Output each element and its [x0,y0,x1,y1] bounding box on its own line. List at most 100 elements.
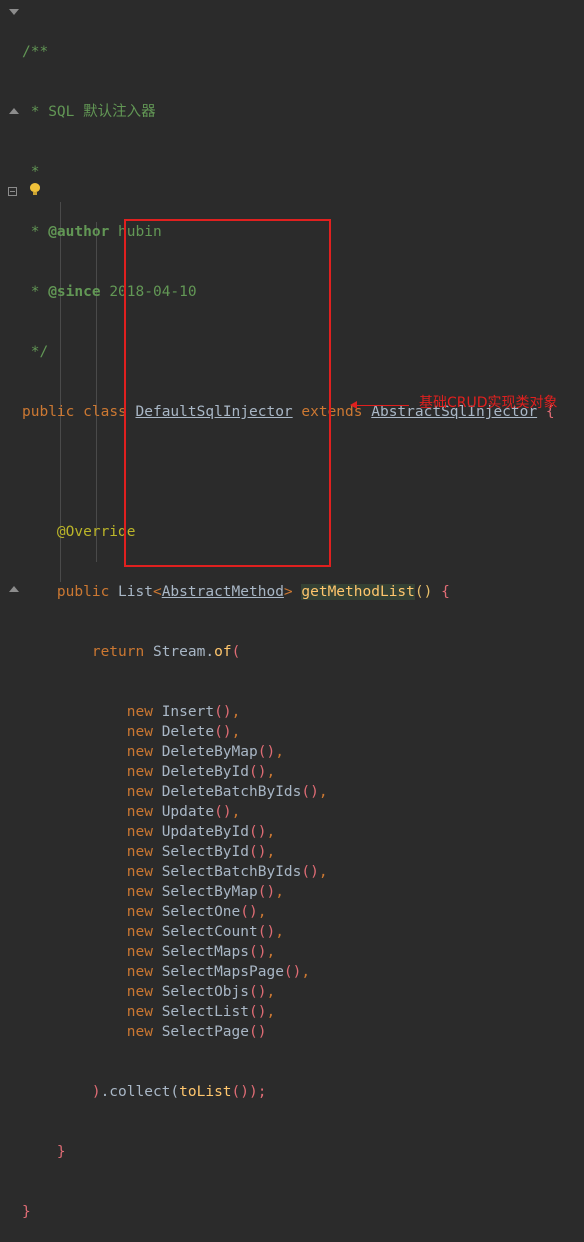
code-line: return Stream.of( [91,644,241,660]
separator: , [266,984,276,1000]
code-line: new Update(), [126,804,241,820]
keyword: new [126,864,153,880]
return-type: List [118,584,153,600]
method-class-name[interactable]: Delete [162,724,214,740]
code-line: new SelectPage() [126,1024,267,1040]
highlight-box [124,219,331,567]
method-class-name[interactable]: SelectMaps [162,944,249,960]
arrow-line [354,405,409,406]
code-line: new SelectList(), [126,1004,276,1020]
method-class-name[interactable]: DeleteBatchByIds [162,784,302,800]
code-line: ).collect(toList()); [91,1084,267,1100]
keyword: new [126,964,153,980]
fold-minus-icon[interactable] [8,187,17,196]
separator: , [275,924,284,940]
keyword: return [91,644,145,660]
keyword: new [126,944,153,960]
code-line: new SelectById(), [126,844,276,860]
method-call: of [214,644,232,660]
separator: , [231,704,241,720]
keyword: new [126,724,153,740]
method-class-name[interactable]: Update [162,804,214,820]
doc-comment: * SQL 默认注入器 [22,104,156,120]
keyword: new [126,704,153,720]
code-line: new DeleteByMap(), [126,744,284,760]
code-line: new SelectBatchByIds(), [126,864,328,880]
code-line: new SelectMaps(), [126,944,276,960]
code-line: new SelectCount(), [126,924,284,940]
method-class-name[interactable]: UpdateById [162,824,249,840]
fold-expand-icon[interactable] [9,586,19,592]
keyword: public [22,404,75,420]
code-line: } [22,1142,555,1162]
brace: } [56,1144,66,1160]
keyword: new [126,1004,153,1020]
keyword: new [126,924,153,940]
code-line: new SelectByMap(), [126,884,284,900]
keyword: new [126,804,153,820]
code-line: new SelectObjs(), [126,984,276,1000]
method-class-name[interactable]: SelectByMap [162,884,258,900]
stream-class: Stream [152,644,206,660]
code-line: public List<AbstractMethod> getMethodLis… [56,584,450,600]
collect-call: .collect( [100,1084,180,1100]
fold-collapse-icon[interactable] [9,9,19,15]
doc-comment: * [22,164,40,180]
code-line: } [22,1202,555,1222]
keyword: new [126,884,153,900]
doc-tag: @author [48,224,110,240]
doc-tag: @since [48,284,101,300]
method-name[interactable]: getMethodList [301,584,415,600]
brace: } [22,1204,31,1220]
code-editor[interactable]: /** * SQL 默认注入器 * * @author hubin * @sin… [22,2,555,1242]
code-line: * [22,162,555,182]
separator: , [318,864,328,880]
keyword: new [126,784,153,800]
method-class-name[interactable]: DeleteByMap [162,744,258,760]
separator: , [231,724,241,740]
code-line: new DeleteBatchByIds(), [126,784,328,800]
code-line: new Delete(), [126,724,241,740]
method-call: toList [179,1084,232,1100]
keyword: new [126,744,153,760]
code-line: new SelectMapsPage(), [126,964,311,980]
separator: , [257,904,267,920]
editor-gutter [0,0,20,641]
keyword: new [126,824,153,840]
method-class-name[interactable]: SelectMapsPage [162,964,284,980]
keyword: public [56,584,110,600]
doc-comment: /** [22,44,49,60]
method-class-name[interactable]: SelectOne [162,904,241,920]
method-class-name[interactable]: SelectPage [162,1024,249,1040]
doc-comment: */ [22,344,49,360]
keyword: new [126,984,153,1000]
separator: , [301,964,311,980]
code-line: new UpdateById(), [126,824,276,840]
separator: , [231,804,241,820]
separator: , [318,784,328,800]
method-class-name[interactable]: SelectObjs [162,984,249,1000]
keyword: new [126,1024,153,1040]
separator: , [275,744,284,760]
method-class-name[interactable]: Insert [162,704,214,720]
arrow-left-icon [350,401,357,409]
code-line: new SelectOne(), [126,904,267,920]
code-line: new DeleteById(), [126,764,276,780]
keyword: new [126,904,153,920]
separator: , [266,1004,276,1020]
method-class-name[interactable]: SelectBatchByIds [162,864,302,880]
separator: , [266,764,276,780]
code-line: new Insert(), [126,704,241,720]
method-class-name[interactable]: SelectCount [162,924,258,940]
method-class-name[interactable]: SelectById [162,844,249,860]
fold-expand-icon[interactable] [9,108,19,114]
separator: , [266,944,276,960]
code-line: * SQL 默认注入器 [22,102,555,122]
annotation-label: 基础CRUD实现类对象 [419,395,558,411]
keyword: new [126,764,153,780]
method-class-name[interactable]: SelectList [162,1004,249,1020]
separator: , [266,844,276,860]
keyword: new [126,844,153,860]
method-class-name[interactable]: DeleteById [162,764,249,780]
generic-type[interactable]: AbstractMethod [162,584,284,600]
